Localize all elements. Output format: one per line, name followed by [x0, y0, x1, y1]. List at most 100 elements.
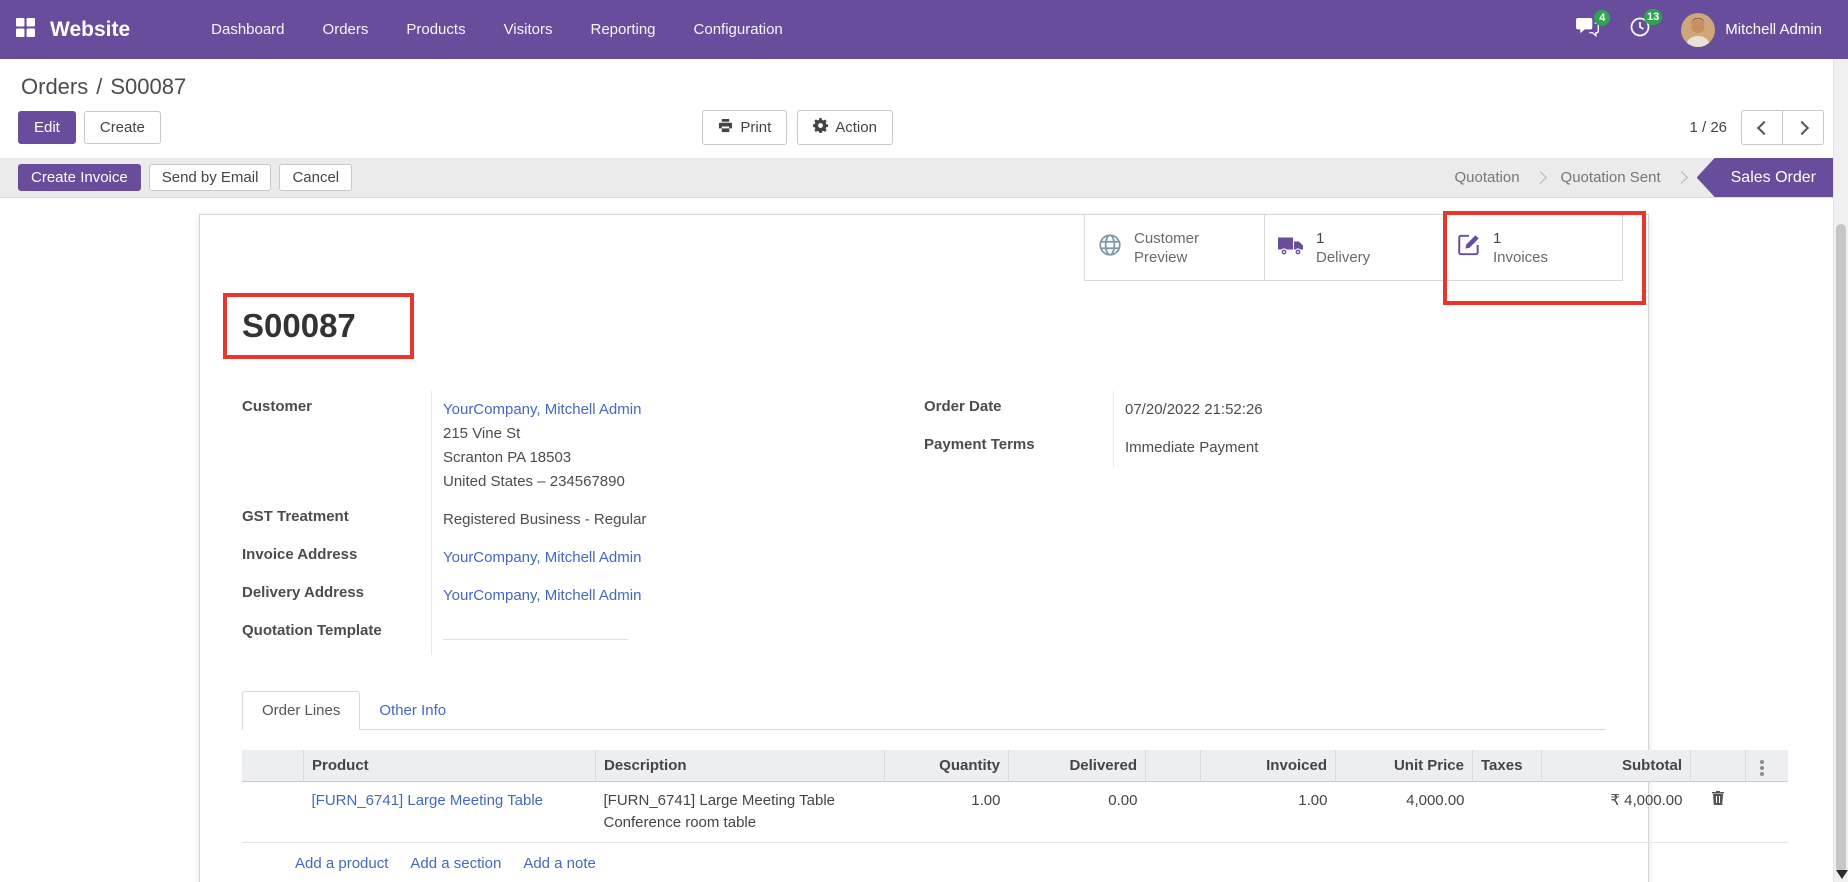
- delivery-address-link[interactable]: YourCompany, Mitchell Admin: [443, 587, 641, 604]
- quotation-template-input[interactable]: [443, 622, 628, 640]
- delivery-count: 1: [1316, 229, 1370, 248]
- activities-button[interactable]: 13: [1629, 16, 1651, 43]
- invoice-address-link[interactable]: YourCompany, Mitchell Admin: [443, 549, 641, 566]
- customer-preview-button[interactable]: Customer Preview: [1085, 215, 1264, 280]
- gear-icon: [813, 118, 828, 137]
- pager-next-button[interactable]: [1782, 110, 1824, 145]
- create-button[interactable]: Create: [84, 111, 161, 144]
- gst-treatment-label: GST Treatment: [242, 501, 431, 539]
- activities-badge: 13: [1644, 9, 1662, 25]
- add-product-link[interactable]: Add a product: [295, 855, 388, 872]
- print-button[interactable]: Print: [702, 110, 787, 145]
- form-buttons: Edit Create: [18, 111, 161, 144]
- control-panel: Edit Create Print Action 1 / 26: [0, 106, 1848, 158]
- menu-orders[interactable]: Orders: [304, 0, 388, 59]
- menu-reporting[interactable]: Reporting: [571, 0, 674, 59]
- document-actions: Print Action: [161, 110, 1690, 145]
- scroll-down-arrow-icon[interactable]: [1836, 870, 1848, 879]
- invoices-label: Invoices: [1493, 248, 1548, 267]
- table-header-row: Product Description Quantity Delivered I…: [242, 750, 1788, 782]
- menu-dashboard[interactable]: Dashboard: [192, 0, 303, 59]
- invoices-smart-button[interactable]: 1 Invoices: [1443, 215, 1622, 280]
- menu-configuration[interactable]: Configuration: [675, 0, 802, 59]
- field-groups: Customer YourCompany, Mitchell Admin 215…: [242, 391, 1606, 655]
- unit-price-cell[interactable]: 4,000.00: [1336, 782, 1473, 843]
- printer-icon: [718, 118, 733, 137]
- status-step-quotation[interactable]: Quotation: [1440, 169, 1535, 186]
- statusbar: Create Invoice Send by Email Cancel Quot…: [0, 158, 1848, 198]
- column-subtotal[interactable]: Subtotal: [1542, 750, 1691, 782]
- delivered-cell[interactable]: 0.00: [1009, 782, 1146, 843]
- field-quotation-template: Quotation Template: [242, 615, 924, 655]
- invoiced-cell[interactable]: 1.00: [1201, 782, 1336, 843]
- tab-other-info[interactable]: Other Info: [360, 692, 465, 729]
- tab-order-lines[interactable]: Order Lines: [242, 691, 360, 730]
- column-invoiced[interactable]: Invoiced: [1201, 750, 1336, 782]
- field-group-right: Order Date 07/20/2022 21:52:26 Payment T…: [924, 391, 1606, 655]
- product-link[interactable]: [FURN_6741] Large Meeting Table: [312, 792, 544, 809]
- delete-line-button[interactable]: [1711, 790, 1725, 812]
- pager-buttons: [1741, 110, 1824, 145]
- messages-badge: 4: [1594, 10, 1610, 26]
- delivery-address-label: Delivery Address: [242, 577, 431, 615]
- menu-visitors[interactable]: Visitors: [485, 0, 572, 59]
- breadcrumb: Orders / S00087: [0, 59, 1848, 106]
- quantity-cell[interactable]: 1.00: [885, 782, 1009, 843]
- messages-button[interactable]: 4: [1576, 17, 1599, 43]
- customer-link[interactable]: YourCompany, Mitchell Admin: [443, 401, 641, 418]
- customer-address-line: Scranton PA 18503: [443, 446, 924, 470]
- send-by-email-button[interactable]: Send by Email: [149, 164, 272, 191]
- field-gst-treatment: GST Treatment Registered Business - Regu…: [242, 501, 924, 539]
- column-product[interactable]: Product: [304, 750, 596, 782]
- handle-column-header: [242, 750, 304, 782]
- column-description[interactable]: Description: [596, 750, 885, 782]
- edit-button[interactable]: Edit: [18, 111, 76, 144]
- truck-icon: [1277, 235, 1305, 261]
- pencil-square-icon: [1456, 232, 1482, 263]
- subtotal-cell: ₹ 4,000.00: [1542, 782, 1691, 843]
- payment-terms-label: Payment Terms: [924, 429, 1113, 467]
- scrollbar-thumb[interactable]: [1836, 224, 1846, 872]
- form-sheet: Customer Preview 1 Delivery 1 Invoices: [199, 214, 1649, 882]
- row-handle[interactable]: [242, 782, 304, 843]
- add-section-link[interactable]: Add a section: [410, 855, 501, 872]
- column-spacer: [1146, 750, 1201, 782]
- field-customer: Customer YourCompany, Mitchell Admin 215…: [242, 391, 924, 501]
- column-quantity[interactable]: Quantity: [885, 750, 1009, 782]
- column-taxes[interactable]: Taxes: [1473, 750, 1542, 782]
- app-name[interactable]: Website: [50, 18, 130, 42]
- quotation-template-label: Quotation Template: [242, 615, 431, 655]
- column-unit-price[interactable]: Unit Price: [1336, 750, 1473, 782]
- step-chevron-icon: [1534, 171, 1547, 184]
- status-step-quotation-sent[interactable]: Quotation Sent: [1546, 169, 1676, 186]
- apps-grid-icon: [16, 18, 35, 42]
- order-date-label: Order Date: [924, 391, 1113, 429]
- chevron-left-icon: [1756, 120, 1770, 134]
- pager-value: 1 / 26: [1689, 119, 1727, 136]
- pager-previous-button[interactable]: [1741, 110, 1783, 145]
- column-delivered[interactable]: Delivered: [1009, 750, 1146, 782]
- cancel-button[interactable]: Cancel: [279, 164, 352, 191]
- user-menu[interactable]: Mitchell Admin: [1681, 13, 1822, 47]
- step-chevron-icon: [1675, 171, 1688, 184]
- menu-products[interactable]: Products: [387, 0, 484, 59]
- avatar: [1681, 13, 1715, 47]
- sheet-content: S00087 Customer YourCompany, Mitchell Ad…: [200, 308, 1648, 882]
- add-note-link[interactable]: Add a note: [523, 855, 596, 872]
- user-name: Mitchell Admin: [1725, 21, 1822, 38]
- optional-columns-button[interactable]: [1746, 750, 1789, 782]
- breadcrumb-orders-link[interactable]: Orders: [21, 74, 88, 100]
- action-label: Action: [835, 119, 877, 136]
- create-invoice-button[interactable]: Create Invoice: [18, 164, 141, 191]
- status-step-sales-order[interactable]: Sales Order: [1697, 158, 1848, 197]
- delivery-smart-button[interactable]: 1 Delivery: [1264, 215, 1443, 280]
- pager: 1 / 26: [1689, 110, 1824, 145]
- top-navbar: Website Dashboard Orders Products Visito…: [0, 0, 1848, 59]
- field-group-left: Customer YourCompany, Mitchell Admin 215…: [242, 391, 924, 655]
- order-line-row[interactable]: [FURN_6741] Large Meeting Table [FURN_67…: [242, 782, 1788, 843]
- action-button[interactable]: Action: [797, 110, 893, 145]
- spacer-cell: [1146, 782, 1201, 843]
- order-reference-title: S00087: [242, 308, 1606, 344]
- taxes-cell[interactable]: [1473, 782, 1542, 843]
- apps-menu-button[interactable]: [0, 0, 50, 59]
